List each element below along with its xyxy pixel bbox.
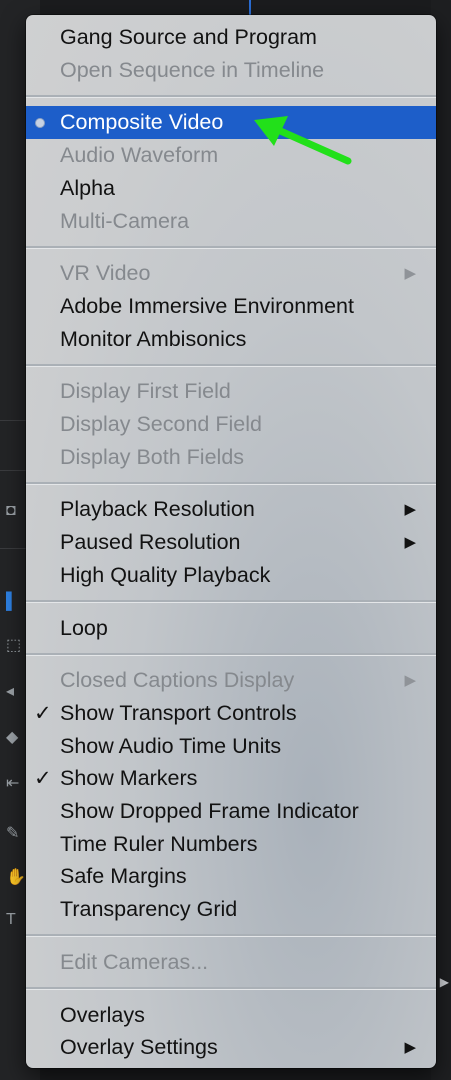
menu-item-label: Alpha [60, 175, 115, 200]
menu-item-label: Safe Margins [60, 864, 187, 889]
menu-item-label: Open Sequence in Timeline [60, 57, 325, 82]
menu-item-label: Show Transport Controls [60, 700, 297, 725]
submenu-arrow-icon: ▶ [404, 534, 416, 552]
menu-item-label: Gang Source and Program [60, 25, 317, 49]
menu-item-show-markers[interactable]: ✓ Show Markers [26, 762, 436, 795]
menu-item-label: Show Audio Time Units [60, 733, 282, 758]
menu-item-label: Monitor Ambisonics [60, 326, 247, 351]
panel-scroll-arrow-icon[interactable]: ▶ [440, 975, 449, 989]
submenu-arrow-icon: ▶ [404, 1039, 416, 1057]
menu-item-label: Edit Cameras... [60, 949, 209, 974]
checkmark-icon: ✓ [34, 701, 52, 725]
menu-item-label: Display First Field [60, 379, 231, 404]
menu-item-playback-resolution[interactable]: Playback Resolution ▶ [26, 493, 436, 526]
menu-item-label: Playback Resolution [60, 497, 255, 522]
menu-item-loop[interactable]: Loop [26, 612, 436, 645]
menu-item-label: Closed Captions Display [60, 668, 295, 693]
program-monitor-context-menu: Gang Source and Program Open Sequence in … [26, 15, 436, 1068]
menu-separator [26, 245, 436, 249]
hand-tool-icon[interactable]: ✋ [6, 870, 26, 886]
menu-separator [26, 987, 436, 990]
menu-item-closed-captions-display: Closed Captions Display ▶ [26, 664, 436, 697]
menu-item-monitor-ambisonics[interactable]: Monitor Ambisonics [26, 323, 436, 356]
menu-item-open-sequence-in-timeline: Open Sequence in Timeline [26, 54, 436, 87]
pen-tool-icon[interactable]: ✎ [6, 826, 19, 842]
menu-item-label: Adobe Immersive Environment [60, 293, 354, 318]
menu-item-show-dropped-frame-indicator[interactable]: Show Dropped Frame Indicator [26, 795, 436, 828]
menu-item-label: High Quality Playback [60, 562, 271, 587]
menu-item-label: Display Second Field [60, 412, 262, 436]
menu-separator [26, 652, 436, 656]
menu-item-label: Overlay Settings [60, 1035, 218, 1060]
menu-item-transparency-grid[interactable]: Transparency Grid [26, 893, 436, 926]
menu-item-label: Show Markers [60, 766, 198, 791]
menu-item-label: Time Ruler Numbers [60, 831, 258, 856]
menu-item-time-ruler-numbers[interactable]: Time Ruler Numbers [26, 828, 436, 861]
menu-item-overlays[interactable]: Overlays [26, 999, 436, 1032]
track-select-icon[interactable]: ◂ [6, 684, 14, 700]
menu-item-label: Paused Resolution [60, 530, 241, 555]
menu-separator [26, 481, 436, 485]
menu-item-display-second-field: Display Second Field [26, 408, 436, 441]
checkmark-icon: ✓ [34, 767, 52, 791]
menu-item-gang-source-and-program[interactable]: Gang Source and Program [26, 21, 436, 54]
submenu-arrow-icon: ▶ [404, 672, 416, 690]
menu-item-safe-margins[interactable]: Safe Margins [26, 860, 436, 893]
menu-item-display-both-fields: Display Both Fields [26, 441, 436, 474]
menu-item-alpha[interactable]: Alpha [26, 172, 436, 205]
menu-item-display-first-field: Display First Field [26, 375, 436, 408]
menu-item-adobe-immersive-environment[interactable]: Adobe Immersive Environment [26, 290, 436, 323]
menu-item-multi-camera: Multi-Camera [26, 205, 436, 238]
type-tool-icon[interactable]: T [6, 912, 16, 928]
menu-item-label: Audio Waveform [60, 143, 219, 168]
playhead-line [249, 0, 251, 16]
menu-item-label: Display Both Fields [60, 444, 245, 469]
menu-item-label: Composite Video [60, 110, 224, 135]
menu-item-label: Show Dropped Frame Indicator [60, 799, 359, 823]
rolling-edit-icon[interactable]: ⇤ [6, 776, 19, 792]
submenu-arrow-icon: ▶ [404, 265, 416, 283]
menu-item-label: Overlays [60, 1002, 145, 1027]
menu-separator [26, 363, 436, 367]
menu-item-label: Transparency Grid [60, 897, 238, 922]
green-arrow-icon [254, 116, 352, 165]
menu-item-overlay-settings[interactable]: Overlay Settings ▶ [26, 1031, 436, 1064]
menu-item-vr-video: VR Video ▶ [26, 257, 436, 290]
radio-dot-icon [35, 118, 45, 129]
menu-item-high-quality-playback[interactable]: High Quality Playback [26, 559, 436, 592]
menu-separator [26, 934, 436, 938]
menu-separator [26, 94, 436, 98]
menu-item-label: Loop [60, 615, 108, 640]
menu-item-audio-waveform: Audio Waveform [26, 139, 436, 172]
menu-item-composite-video[interactable]: Composite Video [26, 106, 436, 140]
menu-separator [26, 600, 436, 603]
menu-item-label: Multi-Camera [60, 208, 190, 233]
camera-icon[interactable]: ◘ [6, 503, 16, 519]
menu-item-edit-cameras: Edit Cameras... [26, 946, 436, 979]
menu-item-show-transport-controls[interactable]: ✓ Show Transport Controls [26, 697, 436, 730]
marquee-icon[interactable]: ⬚ [6, 638, 21, 654]
submenu-arrow-icon: ▶ [404, 501, 416, 519]
ripple-edit-icon[interactable]: ◆ [6, 730, 18, 746]
menu-item-paused-resolution[interactable]: Paused Resolution ▶ [26, 526, 436, 559]
selection-tool-icon[interactable]: ▌ [6, 594, 17, 610]
menu-item-label: VR Video [60, 261, 151, 286]
menu-item-show-audio-time-units[interactable]: Show Audio Time Units [26, 730, 436, 763]
